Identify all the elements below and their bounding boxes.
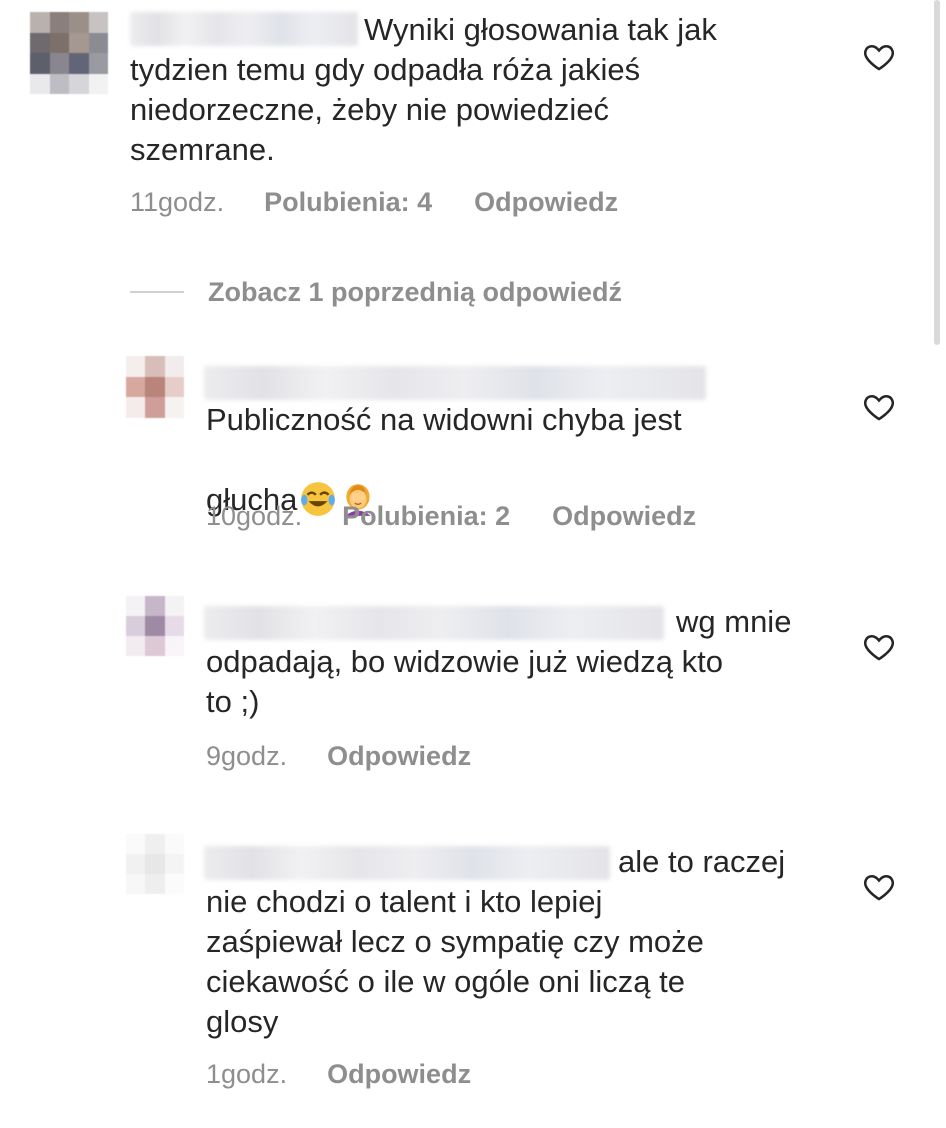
comment-time: 9godz. (206, 741, 288, 771)
comment-meta: 10godz. Polubienia: 2 Odpowiedz (206, 496, 696, 536)
avatar[interactable] (126, 834, 184, 894)
comment-time: 1godz. (206, 1059, 288, 1089)
comment-text: tydzien temu gdy odpadła róża jakieś nie… (130, 52, 641, 167)
avatar[interactable] (126, 596, 184, 656)
username-redacted[interactable] (204, 366, 706, 400)
likes-count-link[interactable]: Polubienia: 4 (264, 182, 432, 222)
heart-outline-icon[interactable] (862, 870, 896, 904)
likes-count-link[interactable]: Polubienia: 2 (342, 496, 510, 536)
comment-text: odpadają, bo widzowie już wiedzą kto to … (206, 644, 723, 719)
comment-text: nie chodzi o talent i kto lepiej zaśpiew… (206, 884, 704, 1039)
avatar[interactable] (126, 356, 184, 418)
username-redacted[interactable] (130, 12, 358, 46)
comments-screen: Wyniki głosowania tak jak tydzien temu g… (0, 0, 946, 1128)
comment-first-line: ale to raczej (618, 844, 786, 879)
reply-button[interactable]: Odpowiedz (474, 182, 618, 222)
heart-outline-icon[interactable] (862, 40, 896, 74)
username-redacted[interactable] (204, 846, 610, 880)
heart-outline-icon[interactable] (862, 390, 896, 424)
comment-meta: 9godz. Odpowiedz (206, 736, 471, 776)
comment-meta: 1godz. Odpowiedz (206, 1054, 471, 1094)
comment-time: 11godz. (130, 187, 225, 217)
comment-first-line: Wyniki głosowania tak jak (364, 12, 717, 47)
comment-time: 10godz. (206, 501, 303, 531)
avatar[interactable] (30, 12, 108, 94)
comment-first-line: Publiczność na widowni chyba jest (206, 402, 682, 437)
scrollbar[interactable] (934, 0, 940, 345)
heart-outline-icon[interactable] (862, 630, 896, 664)
reply-button[interactable]: Odpowiedz (327, 1054, 471, 1094)
comment-meta: 11godz. Polubienia: 4 Odpowiedz (130, 182, 618, 222)
reply-button[interactable]: Odpowiedz (552, 496, 696, 536)
reply-button[interactable]: Odpowiedz (327, 736, 471, 776)
view-previous-replies-label: Zobacz 1 poprzednią odpowiedź (208, 276, 623, 307)
view-previous-replies-button[interactable]: Zobacz 1 poprzednią odpowiedź (130, 272, 622, 312)
username-redacted[interactable] (204, 606, 664, 640)
comment-first-line: wg mnie (676, 604, 792, 639)
divider-line (130, 291, 184, 293)
